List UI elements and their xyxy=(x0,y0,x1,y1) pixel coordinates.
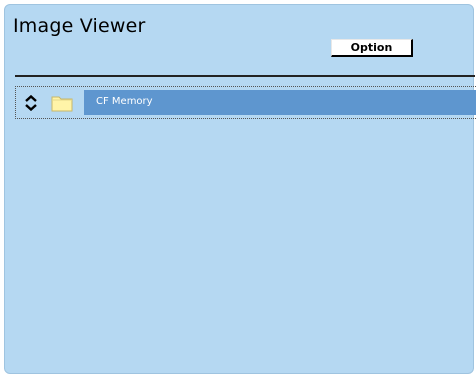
list-item[interactable]: CF Memory xyxy=(15,86,476,119)
header-divider xyxy=(15,75,475,77)
up-down-arrows-icon[interactable] xyxy=(24,94,38,112)
folder-icon xyxy=(51,94,73,112)
selected-item-highlight[interactable]: CF Memory xyxy=(84,90,476,115)
window-title: Image Viewer xyxy=(13,15,146,37)
image-viewer-panel: Image Viewer Option CF Memory xyxy=(4,4,476,374)
list-item-label: CF Memory xyxy=(96,96,153,107)
option-button[interactable]: Option xyxy=(331,39,413,57)
